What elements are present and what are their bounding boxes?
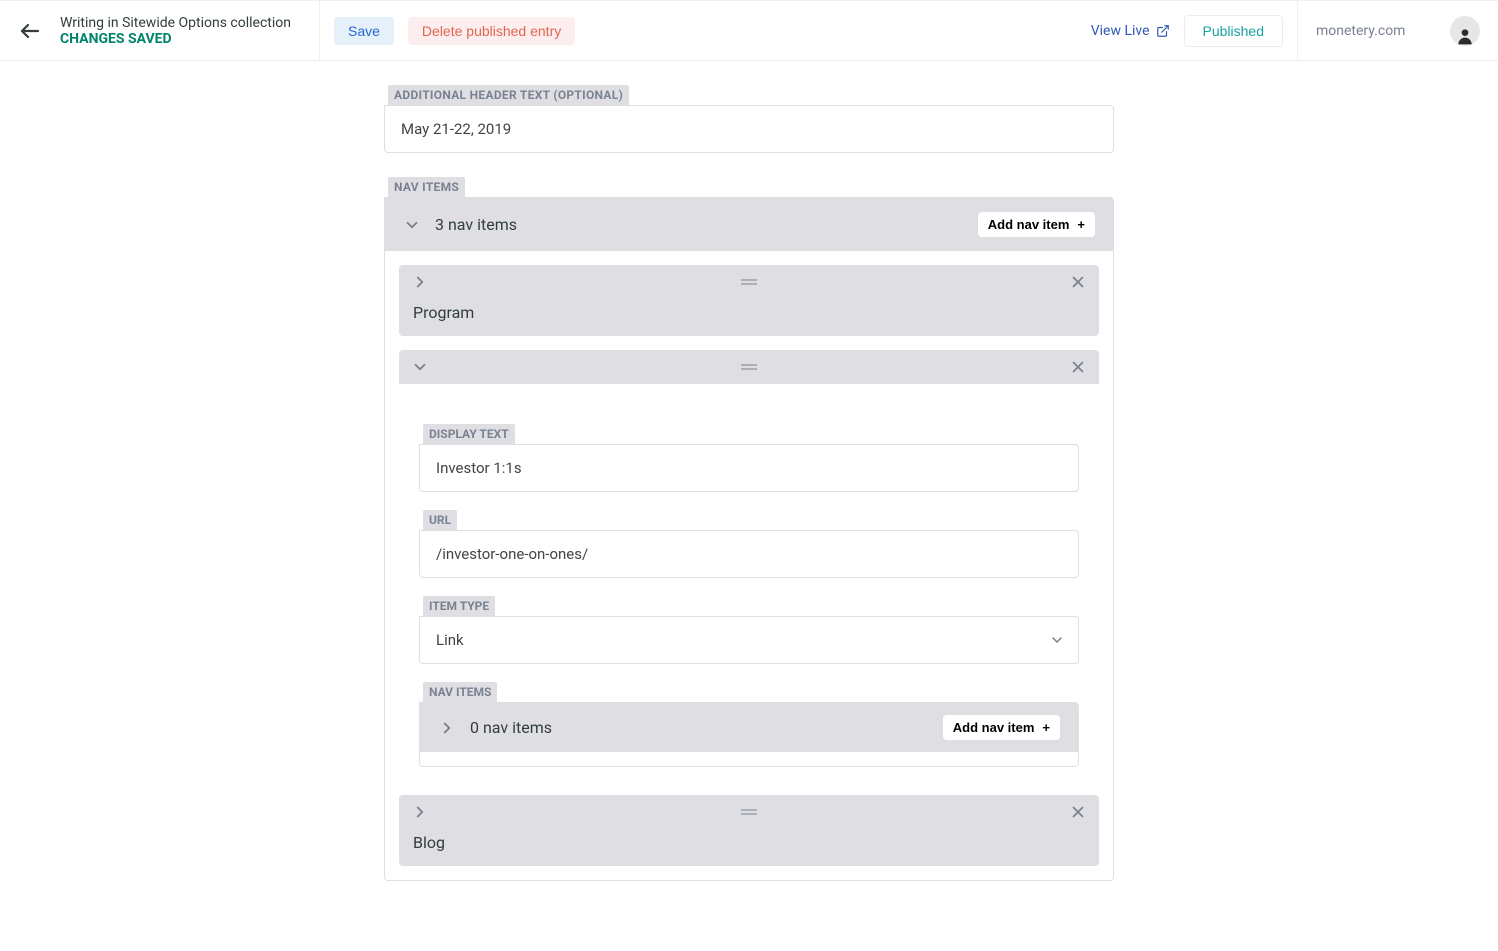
item-head — [399, 350, 1099, 384]
field-label: ADDITIONAL HEADER TEXT (OPTIONAL) — [388, 85, 629, 105]
nav-item-card: Program — [399, 265, 1099, 336]
close-icon — [1069, 803, 1087, 821]
drag-handle[interactable] — [741, 278, 757, 286]
close-icon — [1069, 358, 1087, 376]
avatar[interactable] — [1450, 16, 1480, 46]
close-icon — [1069, 273, 1087, 291]
display-text-input[interactable] — [419, 444, 1079, 492]
user-icon — [1455, 26, 1475, 46]
drag-icon — [741, 278, 757, 286]
title-block: Writing in Sitewide Options collection C… — [60, 15, 291, 47]
field-nested-nav-items: NAV ITEMS 0 nav items Add nav item — [419, 682, 1079, 767]
remove-item-button[interactable] — [1069, 803, 1087, 821]
field-url: URL — [419, 510, 1079, 578]
published-button[interactable]: Published — [1184, 15, 1284, 47]
field-label: NAV ITEMS — [388, 177, 465, 197]
expand-toggle[interactable] — [411, 273, 429, 291]
content: ADDITIONAL HEADER TEXT (OPTIONAL) NAV IT… — [384, 61, 1114, 911]
item-title: Blog — [399, 829, 1099, 866]
item-expanded-body: DISPLAY TEXT URL ITEM TYPE — [399, 384, 1099, 781]
list-count: 3 nav items — [435, 215, 964, 234]
back-button[interactable] — [0, 1, 60, 60]
drag-handle[interactable] — [741, 808, 757, 816]
drag-icon — [741, 808, 757, 816]
arrow-left-icon — [18, 19, 42, 43]
topbar-mid: Save Delete published entry View Live Pu… — [320, 1, 1298, 60]
list-count: 0 nav items — [470, 718, 929, 737]
plus-icon: + — [1042, 720, 1050, 735]
field-additional-header: ADDITIONAL HEADER TEXT (OPTIONAL) — [384, 85, 1114, 153]
breadcrumb: Writing in Sitewide Options collection — [60, 15, 291, 31]
add-button-label: Add nav item — [988, 217, 1070, 232]
field-display-text: DISPLAY TEXT — [419, 424, 1079, 492]
remove-item-button[interactable] — [1069, 358, 1087, 376]
item-head — [399, 265, 1099, 299]
nested-nav-items-list: 0 nav items Add nav item + — [419, 702, 1079, 767]
chevron-right-icon — [438, 719, 456, 737]
collapse-toggle[interactable] — [403, 216, 421, 234]
add-nav-item-button[interactable]: Add nav item + — [978, 212, 1095, 237]
item-type-select[interactable] — [419, 616, 1079, 664]
item-head — [399, 795, 1099, 829]
collapse-toggle[interactable] — [411, 358, 429, 376]
drag-handle[interactable] — [741, 363, 757, 371]
external-link-icon — [1156, 24, 1170, 38]
expand-toggle[interactable] — [438, 719, 456, 737]
nav-item-card: Blog — [399, 795, 1099, 866]
item-title: Program — [399, 299, 1099, 336]
field-label: URL — [423, 510, 457, 530]
chevron-down-icon — [403, 216, 421, 234]
site-name: monetery.com — [1316, 23, 1430, 39]
drag-icon — [741, 363, 757, 371]
nav-items-list: 3 nav items Add nav item + — [384, 197, 1114, 881]
url-input[interactable] — [419, 530, 1079, 578]
list-body: Program — [385, 251, 1113, 880]
delete-button[interactable]: Delete published entry — [408, 17, 575, 45]
expand-toggle[interactable] — [411, 803, 429, 821]
save-button[interactable]: Save — [334, 17, 394, 45]
content-wrap: ADDITIONAL HEADER TEXT (OPTIONAL) NAV IT… — [0, 61, 1498, 951]
view-live-link[interactable]: View Live — [1091, 23, 1170, 39]
field-label: ITEM TYPE — [423, 596, 495, 616]
remove-item-button[interactable] — [1069, 273, 1087, 291]
chevron-down-icon — [411, 358, 429, 376]
topbar: Writing in Sitewide Options collection C… — [0, 0, 1498, 61]
chevron-right-icon — [411, 273, 429, 291]
plus-icon: + — [1077, 217, 1085, 232]
topbar-left: Writing in Sitewide Options collection C… — [0, 1, 320, 60]
save-status: CHANGES SAVED — [60, 31, 291, 47]
list-header: 0 nav items Add nav item + — [420, 703, 1078, 752]
list-header: 3 nav items Add nav item + — [385, 198, 1113, 251]
field-item-type: ITEM TYPE — [419, 596, 1079, 664]
additional-header-input[interactable] — [384, 105, 1114, 153]
topbar-right: monetery.com — [1298, 1, 1498, 60]
chevron-right-icon — [411, 803, 429, 821]
field-label: DISPLAY TEXT — [423, 424, 515, 444]
add-nested-nav-item-button[interactable]: Add nav item + — [943, 715, 1060, 740]
view-live-label: View Live — [1091, 23, 1150, 39]
field-label: NAV ITEMS — [423, 682, 497, 702]
nav-item-card-expanded: DISPLAY TEXT URL ITEM TYPE — [399, 350, 1099, 781]
field-nav-items: NAV ITEMS 3 nav items Add nav item + — [384, 177, 1114, 881]
add-button-label: Add nav item — [953, 720, 1035, 735]
